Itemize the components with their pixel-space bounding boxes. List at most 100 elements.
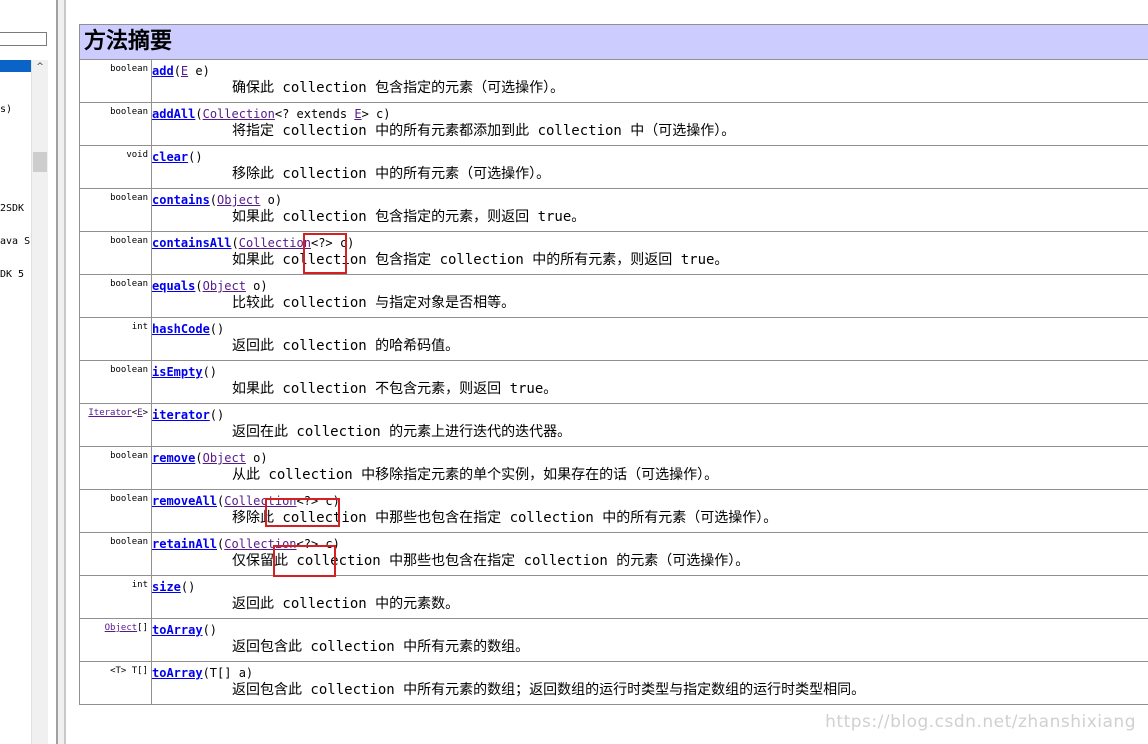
param-text: <? extends xyxy=(274,107,355,121)
param-text: o) xyxy=(260,193,283,207)
method-name-link[interactable]: containsAll xyxy=(152,236,231,250)
return-type-cell: boolean xyxy=(79,59,152,103)
param-type-link[interactable]: Object xyxy=(203,279,246,293)
method-row: boolean isEmpty() 如果此 collection 不包含元素，则返回… xyxy=(79,360,1148,404)
method-row: boolean equals(Object o) 比较此 collection 与指… xyxy=(79,274,1148,318)
return-type: boolean xyxy=(110,193,148,203)
param-text: <?> c) xyxy=(310,236,355,250)
method-row: int size() 返回此 collection 中的元素数。 xyxy=(79,575,1148,619)
scroll-thumb[interactable] xyxy=(33,152,47,172)
param-type-link[interactable]: Object xyxy=(217,193,260,207)
method-signature: addAll(Collection<? extends E> c) xyxy=(152,106,1148,122)
param-text: ( xyxy=(195,451,203,465)
scroll-up-arrow-icon[interactable]: ^ xyxy=(32,60,48,75)
param-text: > c) xyxy=(361,107,391,121)
return-type: boolean xyxy=(110,451,148,461)
return-type: boolean xyxy=(110,365,148,375)
method-name-link[interactable]: retainAll xyxy=(152,537,217,551)
method-row: boolean removeAll(Collection<?> c) 移除此 col… xyxy=(79,489,1148,533)
method-name-link[interactable]: add xyxy=(152,64,174,78)
param-type-link[interactable]: Collection xyxy=(203,107,275,121)
method-name-link[interactable]: isEmpty xyxy=(152,365,203,379)
method-signature: size() xyxy=(152,579,1148,595)
return-type-cell: boolean xyxy=(79,231,152,275)
param-type-link[interactable]: Collection xyxy=(224,537,296,551)
param-text: <?> c) xyxy=(296,494,340,508)
return-type-cell: boolean xyxy=(79,274,152,318)
return-type: boolean xyxy=(110,107,148,117)
watermark: https://blog.csdn.net/zhanshixiang xyxy=(825,712,1136,732)
method-description: 仅保留此 collection 中那些也包含在指定 collection 的元素… xyxy=(232,553,750,569)
method-name-link[interactable]: size xyxy=(152,580,181,594)
param-type-link[interactable]: E xyxy=(354,107,361,121)
method-description: 移除此 collection 中那些也包含在指定 collection 中的所有… xyxy=(232,510,778,526)
left-vertical-scrollbar[interactable]: ^ xyxy=(31,60,48,744)
return-type-cell: boolean xyxy=(79,102,152,146)
return-type-cell: Object[] xyxy=(79,618,152,662)
method-name-link[interactable]: equals xyxy=(152,279,195,293)
method-row: boolean add(E e) 确保此 collection 包含指定的元素（可选… xyxy=(79,59,1148,103)
return-type: int xyxy=(131,322,148,332)
return-type: boolean xyxy=(110,537,148,547)
method-detail-cell: toArray(T[] a) 返回包含此 collection 中所有元素的数组；… xyxy=(151,661,1148,705)
return-type-cell: boolean xyxy=(79,360,152,404)
return-type-cell: int xyxy=(79,317,152,361)
param-type-link[interactable]: Object xyxy=(203,451,246,465)
method-detail-cell: contains(Object o) 如果此 collection 包含指定的元素… xyxy=(151,188,1148,232)
method-signature: removeAll(Collection<?> c) xyxy=(152,493,1148,509)
left-filter-input[interactable] xyxy=(0,32,47,46)
method-description: 返回包含此 collection 中所有元素的数组；返回数组的运行时类型与指定数… xyxy=(232,682,866,698)
method-signature: contains(Object o) xyxy=(152,192,1148,208)
method-description: 从此 collection 中移除指定元素的单个实例，如果存在的话（可选操作）。 xyxy=(232,467,719,483)
method-name-link[interactable]: clear xyxy=(152,150,188,164)
method-signature: iterator() xyxy=(152,407,1148,423)
left-selected-item[interactable] xyxy=(0,60,31,72)
method-detail-cell: toArray() 返回包含此 collection 中所有元素的数组。 xyxy=(151,618,1148,662)
return-type: void xyxy=(126,150,148,160)
method-row: boolean containsAll(Collection<?> c) 如果此 c… xyxy=(79,231,1148,275)
method-signature: remove(Object o) xyxy=(152,450,1148,466)
method-detail-cell: addAll(Collection<? extends E> c) 将指定 col… xyxy=(151,102,1148,146)
param-text: ( xyxy=(173,64,181,78)
method-description: 返回此 collection 的哈希码值。 xyxy=(232,338,460,354)
method-description: 如果此 collection 包含指定的元素，则返回 true。 xyxy=(232,209,586,225)
method-name-link[interactable]: addAll xyxy=(152,107,195,121)
return-type-text: > xyxy=(142,408,148,418)
method-row: Iterator<E> iterator() 返回在此 collection 的元素… xyxy=(79,403,1148,447)
param-text: () xyxy=(188,150,203,164)
method-description: 移除此 collection 中的所有元素（可选操作）。 xyxy=(232,166,551,182)
section-title: 方法摘要 xyxy=(79,24,1148,60)
method-name-link[interactable]: toArray xyxy=(152,623,203,637)
method-name-link[interactable]: contains xyxy=(152,193,210,207)
return-type-link[interactable]: Object xyxy=(105,623,138,633)
param-type-link[interactable]: Collection xyxy=(239,236,311,250)
method-detail-cell: equals(Object o) 比较此 collection 与指定对象是否相等… xyxy=(151,274,1148,318)
param-text: <?> c) xyxy=(296,537,340,551)
param-text: ( xyxy=(195,107,203,121)
main-content-pane: 方法摘要 boolean add(E e) 确保此 collection 包含指定的… xyxy=(66,0,1148,744)
method-name-link[interactable]: hashCode xyxy=(152,322,210,336)
method-row: int hashCode() 返回此 collection 的哈希码值。 xyxy=(79,317,1148,361)
method-detail-cell: clear() 移除此 collection 中的所有元素（可选操作）。 xyxy=(151,145,1148,189)
method-signature: retainAll(Collection<?> c) xyxy=(152,536,1148,552)
method-name-link[interactable]: toArray xyxy=(152,666,203,680)
method-signature: equals(Object o) xyxy=(152,278,1148,294)
method-name-link[interactable]: iterator xyxy=(152,408,210,422)
method-description: 确保此 collection 包含指定的元素（可选操作）。 xyxy=(232,80,565,96)
return-type-link[interactable]: Iterator xyxy=(88,408,131,418)
method-signature: toArray(T[] a) xyxy=(152,665,1148,681)
param-text: ( xyxy=(231,236,239,250)
method-name-link[interactable]: removeAll xyxy=(152,494,217,508)
method-name-link[interactable]: remove xyxy=(152,451,195,465)
param-text: () xyxy=(180,580,196,594)
method-detail-cell: isEmpty() 如果此 collection 不包含元素，则返回 true。 xyxy=(151,360,1148,404)
method-signature: containsAll(Collection<?> c) xyxy=(152,235,1148,251)
method-signature: add(E e) xyxy=(152,63,1148,79)
method-detail-cell: retainAll(Collection<?> c) 仅保留此 collectio… xyxy=(151,532,1148,576)
method-row: Object[] toArray() 返回包含此 collection 中所有元素的… xyxy=(79,618,1148,662)
method-description: 如果此 collection 包含指定 collection 中的所有元素，则返… xyxy=(232,252,729,268)
return-type-cell: boolean xyxy=(79,489,152,533)
param-type-link[interactable]: Collection xyxy=(224,494,296,508)
param-text: ( xyxy=(209,193,218,207)
return-type-cell: boolean xyxy=(79,532,152,576)
